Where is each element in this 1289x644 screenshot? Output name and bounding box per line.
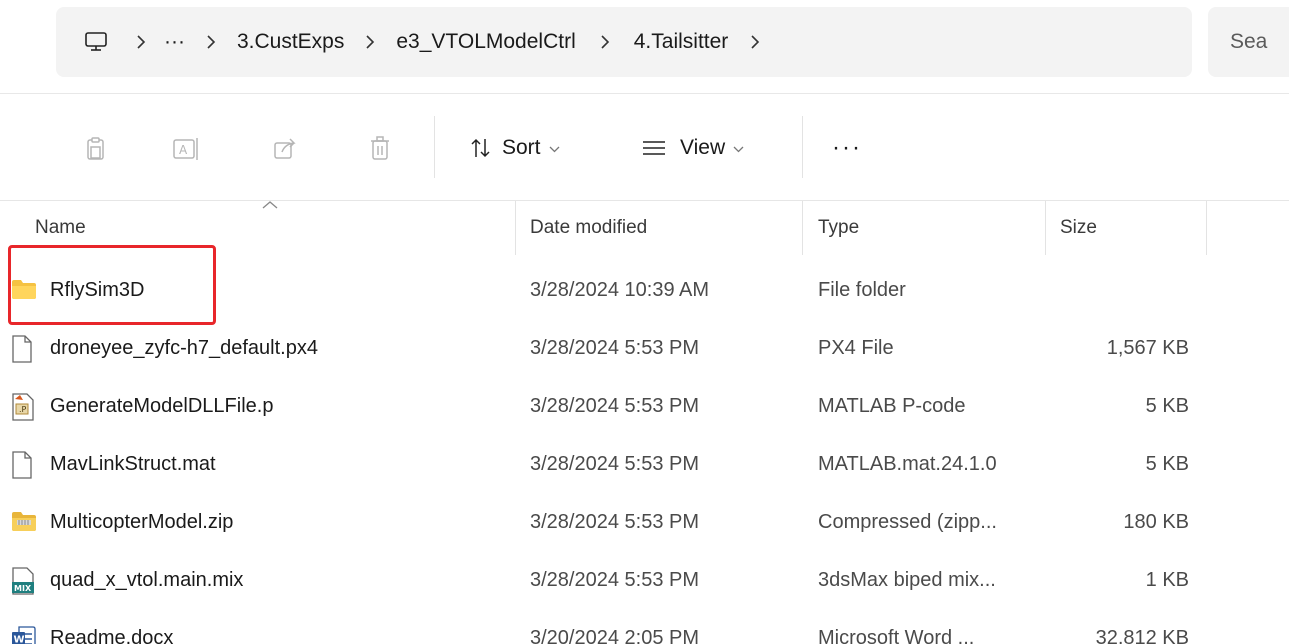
view-icon [642, 140, 666, 156]
file-name: MavLinkStruct.mat [50, 453, 216, 475]
svg-text:A: A [179, 143, 188, 157]
file-date: 3/28/2024 5:53 PM [530, 569, 700, 591]
column-resize-handle[interactable] [515, 201, 516, 255]
file-size: 5 KB [1145, 395, 1189, 417]
file-type: File folder [818, 279, 906, 301]
delete-icon[interactable] [364, 133, 396, 165]
computer-icon[interactable] [82, 28, 110, 56]
file-type: Compressed (zipp... [818, 511, 997, 533]
chevron-down-icon [549, 141, 560, 156]
mix-file-icon: MIX [11, 567, 37, 595]
file-name: Readme.docx [50, 627, 174, 644]
column-resize-handle[interactable] [1045, 201, 1046, 255]
file-row[interactable]: MavLinkStruct.mat 3/28/2024 5:53 PM MATL… [0, 436, 1289, 494]
file-size: 1 KB [1145, 569, 1189, 591]
file-row[interactable]: .P GenerateModelDLLFile.p 3/28/2024 5:53… [0, 378, 1289, 436]
breadcrumb-overflow[interactable]: ··· [160, 30, 189, 54]
file-size: 5 KB [1145, 453, 1189, 475]
divider [802, 116, 803, 178]
file-date: 3/20/2024 2:05 PM [530, 627, 700, 644]
copy-icon[interactable] [80, 133, 112, 165]
more-options-button[interactable]: ··· [832, 130, 862, 166]
column-resize-handle[interactable] [1206, 201, 1207, 255]
chevron-right-icon[interactable] [189, 35, 233, 49]
sort-button[interactable]: Sort [470, 130, 560, 166]
file-size: 1,567 KB [1106, 337, 1189, 359]
file-type: MATLAB P-code [818, 395, 966, 417]
divider [434, 116, 435, 178]
file-type: PX4 File [818, 337, 894, 359]
column-header-date[interactable]: Date modified [530, 217, 647, 239]
word-doc-icon: W [11, 625, 37, 644]
file-icon [11, 335, 37, 363]
file-row[interactable]: W Readme.docx 3/20/2024 2:05 PM Microsof… [0, 610, 1289, 644]
file-date: 3/28/2024 5:53 PM [530, 453, 700, 475]
divider [0, 93, 1289, 94]
column-resize-handle[interactable] [802, 201, 803, 255]
svg-text:MIX: MIX [14, 584, 32, 593]
chevron-right-icon[interactable] [348, 35, 392, 49]
view-label: View [680, 136, 726, 159]
view-button[interactable]: View [642, 130, 744, 166]
file-row[interactable]: MulticopterModel.zip 3/28/2024 5:53 PM C… [0, 494, 1289, 552]
zip-folder-icon [11, 509, 37, 537]
chevron-down-icon [733, 141, 744, 156]
file-name: MulticopterModel.zip [50, 511, 234, 533]
column-header-type[interactable]: Type [818, 217, 859, 239]
chevron-right-icon[interactable] [580, 35, 630, 49]
file-icon [11, 451, 37, 479]
address-bar[interactable]: ··· 3.CustExps e3_VTOLModelCtrl 4.Tailsi… [56, 7, 1192, 77]
file-row[interactable]: droneyee_zyfc-h7_default.px4 3/28/2024 5… [0, 320, 1289, 378]
share-icon[interactable] [270, 133, 302, 165]
file-type: 3dsMax biped mix... [818, 569, 996, 591]
file-size: 32,812 KB [1095, 627, 1189, 644]
breadcrumb-item[interactable]: e3_VTOLModelCtrl [392, 30, 579, 54]
file-size: 180 KB [1123, 511, 1189, 533]
file-name: quad_x_vtol.main.mix [50, 569, 244, 591]
breadcrumb-item[interactable]: 4.Tailsitter [630, 30, 733, 54]
highlight-annotation-box [8, 245, 216, 325]
svg-text:W: W [14, 635, 25, 644]
file-type: Microsoft Word ... [818, 627, 975, 644]
file-date: 3/28/2024 5:53 PM [530, 511, 700, 533]
matlab-p-icon: .P [11, 393, 37, 421]
search-placeholder: Sea [1230, 30, 1268, 53]
file-date: 3/28/2024 5:53 PM [530, 337, 700, 359]
chevron-right-icon[interactable] [122, 35, 160, 49]
cut-icon[interactable] [0, 133, 18, 165]
column-header-name[interactable]: Name [35, 217, 86, 239]
breadcrumb-item[interactable]: 3.CustExps [233, 30, 348, 54]
chevron-right-icon[interactable] [732, 35, 778, 49]
file-date: 3/28/2024 5:53 PM [530, 395, 700, 417]
file-type: MATLAB.mat.24.1.0 [818, 453, 997, 475]
sort-icon [470, 137, 492, 159]
search-box[interactable]: Sea [1208, 7, 1289, 77]
rename-icon[interactable]: A [171, 133, 203, 165]
sort-ascending-icon [262, 197, 278, 215]
sort-label: Sort [502, 136, 541, 159]
file-row[interactable]: MIX quad_x_vtol.main.mix 3/28/2024 5:53 … [0, 552, 1289, 610]
file-name: droneyee_zyfc-h7_default.px4 [50, 337, 318, 359]
column-header-size[interactable]: Size [1060, 217, 1097, 239]
file-name: GenerateModelDLLFile.p [50, 395, 274, 417]
svg-text:.P: .P [19, 405, 27, 414]
file-date: 3/28/2024 10:39 AM [530, 279, 710, 301]
